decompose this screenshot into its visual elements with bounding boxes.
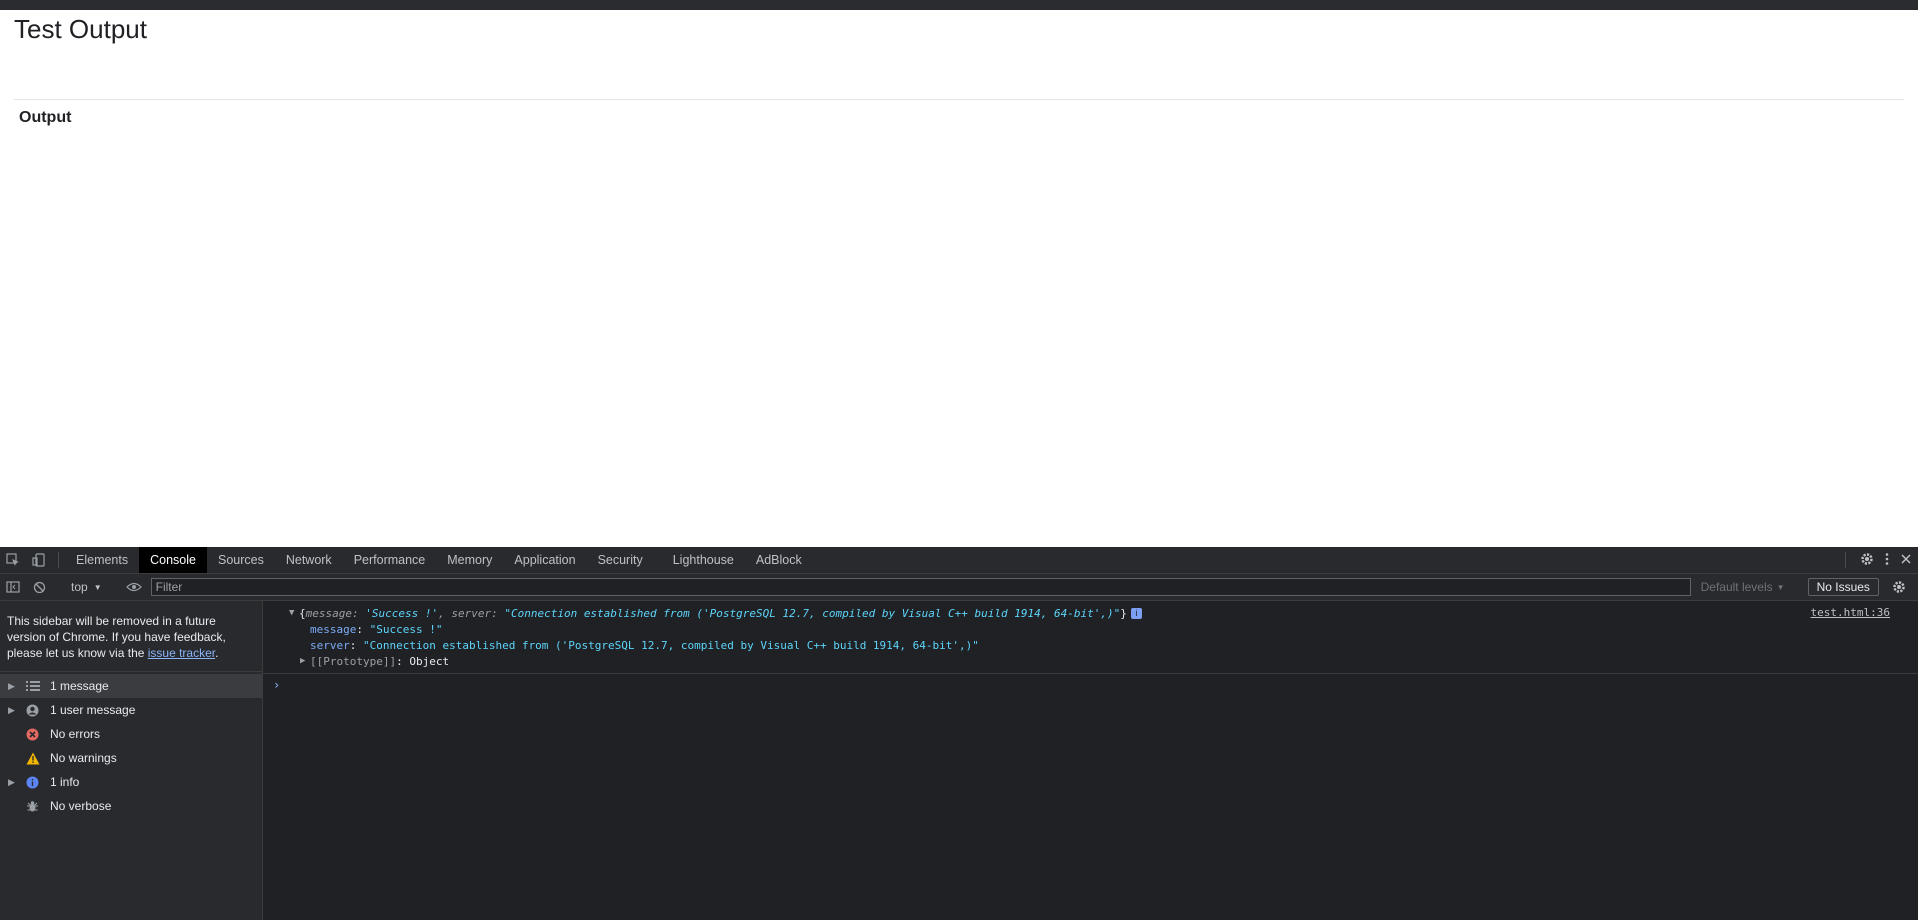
- sidebar-item-errors[interactable]: No errors: [0, 722, 262, 746]
- list-icon: [26, 681, 44, 691]
- collapse-arrow-icon[interactable]: ▼: [289, 608, 299, 618]
- property-colon: :: [356, 622, 370, 636]
- log-levels-dropdown[interactable]: Default levels ▼: [1691, 580, 1795, 594]
- inspect-element-icon[interactable]: [0, 547, 26, 573]
- log-levels-label: Default levels: [1700, 580, 1773, 594]
- property-value: "Connection established from ('PostgreSQ…: [363, 638, 979, 652]
- console-settings-gear-icon[interactable]: [1892, 580, 1912, 594]
- info-icon: [26, 776, 44, 789]
- live-expression-eye-icon[interactable]: [121, 582, 147, 592]
- horizontal-rule: [14, 99, 1904, 100]
- sidebar-item-warnings[interactable]: No warnings: [0, 746, 262, 770]
- summary-separator: ,: [438, 606, 452, 620]
- prototype-value: Object: [409, 654, 450, 668]
- user-icon: [26, 704, 44, 717]
- expand-arrow-icon[interactable]: ▶: [8, 705, 20, 716]
- object-prototype-line[interactable]: ▶ [[Prototype]] : Object: [263, 653, 1918, 669]
- summary-message-value: 'Success !': [365, 606, 439, 620]
- summary-server-value: "Connection established from ('PostgreSQ…: [504, 606, 1121, 620]
- console-output: ▼ { message : 'Success !' , server : "Co…: [263, 601, 1918, 920]
- property-value: "Success !": [369, 622, 443, 636]
- tab-application[interactable]: Application: [503, 547, 586, 573]
- dropdown-arrow-icon: ▼: [1776, 582, 1785, 592]
- device-toolbar-icon[interactable]: [26, 547, 52, 573]
- bug-icon: [26, 800, 44, 813]
- property-colon: :: [349, 638, 363, 652]
- sidebar-item-user-messages[interactable]: ▶ 1 user message: [0, 698, 262, 722]
- sidebar-item-label: 1 info: [50, 775, 80, 789]
- sidebar-item-label: 1 user message: [50, 703, 136, 717]
- prototype-key: [[Prototype]]: [310, 654, 397, 668]
- expand-arrow-icon[interactable]: ▶: [300, 656, 310, 666]
- devtools-tab-bar: Elements Console Sources Network Perform…: [0, 547, 1918, 574]
- context-selector[interactable]: top ▼: [65, 580, 108, 594]
- object-property-server: server : "Connection established from ('…: [263, 637, 1918, 653]
- tab-performance[interactable]: Performance: [343, 547, 437, 573]
- error-icon: [26, 728, 44, 741]
- summary-colon: :: [491, 606, 505, 620]
- tab-sources[interactable]: Sources: [207, 547, 275, 573]
- tab-separator: [58, 552, 59, 568]
- warning-icon: [26, 752, 44, 765]
- toggle-sidebar-icon[interactable]: [0, 581, 26, 593]
- notice-period: .: [215, 646, 219, 660]
- browser-top-bar: [0, 0, 1918, 10]
- info-badge-icon[interactable]: i: [1130, 607, 1142, 619]
- sidebar-item-info[interactable]: ▶ 1 info: [0, 770, 262, 794]
- tab-adblock[interactable]: AdBlock: [745, 547, 813, 573]
- expand-arrow-icon[interactable]: ▶: [8, 681, 20, 692]
- settings-gear-icon[interactable]: [1860, 552, 1874, 569]
- console-prompt[interactable]: ›: [263, 674, 1918, 692]
- sidebar-item-verbose[interactable]: No verbose: [0, 794, 262, 818]
- tab-security[interactable]: Security: [587, 547, 654, 573]
- property-key: message: [310, 622, 357, 636]
- brace-close: }: [1120, 606, 1127, 620]
- sidebar-item-label: 1 message: [50, 679, 109, 693]
- tab-elements[interactable]: Elements: [65, 547, 139, 573]
- context-label: top: [71, 580, 88, 594]
- property-key: server: [310, 638, 350, 652]
- expand-arrow-icon[interactable]: ▶: [8, 777, 20, 788]
- prototype-colon: :: [396, 654, 410, 668]
- object-property-message: message : "Success !": [263, 621, 1918, 637]
- more-options-icon[interactable]: [1882, 552, 1892, 569]
- sidebar-item-label: No errors: [50, 727, 101, 741]
- dropdown-arrow-icon: ▼: [93, 582, 102, 592]
- filter-input[interactable]: [150, 578, 1691, 596]
- close-devtools-icon[interactable]: [1900, 553, 1912, 568]
- sidebar-item-messages[interactable]: ▶ 1 message: [0, 674, 262, 698]
- brace-open: {: [299, 606, 306, 620]
- summary-colon: :: [351, 606, 366, 620]
- page-title: Test Output: [14, 14, 147, 44]
- tab-separator: [1845, 552, 1846, 568]
- tab-console[interactable]: Console: [139, 547, 207, 573]
- clear-console-icon[interactable]: [26, 581, 52, 594]
- issues-counter-button[interactable]: No Issues: [1807, 578, 1879, 596]
- tab-memory[interactable]: Memory: [436, 547, 503, 573]
- summary-server-key: server: [451, 606, 492, 620]
- sidebar-item-label: No warnings: [50, 751, 117, 765]
- source-location-link[interactable]: test.html:36: [1811, 606, 1890, 619]
- page-content: Test Output Output: [0, 10, 1918, 547]
- devtools-panel: Elements Console Sources Network Perform…: [0, 547, 1918, 920]
- tab-network[interactable]: Network: [275, 547, 343, 573]
- tab-lighthouse[interactable]: Lighthouse: [662, 547, 745, 573]
- console-log-entry: ▼ { message : 'Success !' , server : "Co…: [263, 601, 1918, 674]
- sidebar-deprecation-notice: This sidebar will be removed in a future…: [0, 601, 262, 672]
- object-summary-line[interactable]: ▼ { message : 'Success !' , server : "Co…: [263, 605, 1918, 621]
- console-sidebar: This sidebar will be removed in a future…: [0, 601, 263, 920]
- output-heading: Output: [19, 109, 72, 126]
- console-toolbar: top ▼ Default levels ▼ No Issues: [0, 574, 1918, 601]
- issue-tracker-link[interactable]: issue tracker: [148, 646, 215, 660]
- summary-message-key: message: [305, 606, 352, 620]
- sidebar-item-label: No verbose: [50, 799, 112, 813]
